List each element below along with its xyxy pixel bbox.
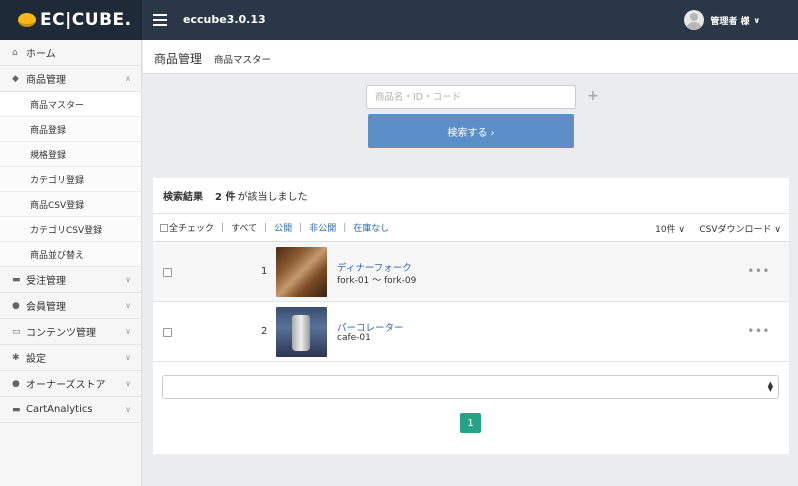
row-number: 1 xyxy=(261,266,268,277)
pagination-page-1[interactable]: 1 xyxy=(460,413,481,433)
sidebar-subitem-category-csv[interactable]: カテゴリCSV登録 xyxy=(0,217,141,242)
sidebar-item-cart-analytics[interactable]: ▬ CartAnalytics ∨ xyxy=(0,397,141,423)
table-row: 2 パーコレーター cafe-01 ••• xyxy=(153,302,789,362)
chevron-down-icon: ∨ xyxy=(125,353,131,362)
select-arrows-icon: ▲ ▼ xyxy=(767,380,773,393)
sidebar: ⌂ ホーム ◆ 商品管理 ∧ 商品マスター 商品登録 規格登録 カテゴリ登録 商… xyxy=(0,40,142,486)
users-icon: ● xyxy=(12,300,20,311)
sidebar-item-label: コンテンツ管理 xyxy=(26,328,96,339)
filter-public[interactable]: 公開 xyxy=(274,221,292,234)
filter-private[interactable]: 非公開 xyxy=(309,221,336,234)
sidebar-subitem-class-register[interactable]: 規格登録 xyxy=(0,142,141,167)
row-checkbox[interactable] xyxy=(163,268,172,277)
per-page-select[interactable]: 10件 ∨ xyxy=(655,222,685,235)
user-name: 管理者 様 xyxy=(710,16,750,27)
results-count-suffix: が該当しました xyxy=(237,192,308,203)
user-menu[interactable]: 管理者 様 ∨ xyxy=(684,10,760,30)
product-code: fork-01 ～ fork-09 xyxy=(337,276,417,286)
product-thumbnail[interactable] xyxy=(276,307,327,357)
sidebar-item-products[interactable]: ◆ 商品管理 ∧ xyxy=(0,66,141,92)
product-name-link[interactable]: パーコレーター xyxy=(337,320,404,334)
chevron-down-icon: ∨ xyxy=(125,301,131,310)
results-panel: 検索結果 2 件 が該当しました 全チェック | すべて | 公開 | 非公開 … xyxy=(153,178,789,454)
sidebar-subitem-product-csv[interactable]: 商品CSV登録 xyxy=(0,192,141,217)
sidebar-item-label: 商品管理 xyxy=(26,75,66,86)
row-number: 2 xyxy=(261,326,268,337)
more-options-icon[interactable]: ••• xyxy=(747,264,770,278)
chevron-down-icon: ∨ xyxy=(125,327,131,336)
gear-icon: ✱ xyxy=(12,352,20,363)
sidebar-item-label: 会員管理 xyxy=(26,302,66,313)
logo[interactable]: EC|CUBE. xyxy=(0,0,142,40)
results-label: 検索結果 xyxy=(163,192,203,203)
sidebar-item-label: オーナーズストア xyxy=(26,380,106,391)
check-all[interactable]: 全チェック xyxy=(160,221,214,234)
sidebar-item-members[interactable]: ● 会員管理 ∨ xyxy=(0,293,141,319)
filter-all[interactable]: すべて xyxy=(231,221,257,234)
filter-bar: 全チェック | すべて | 公開 | 非公開 | 在庫なし 10件 ∨ CSVダ… xyxy=(153,214,789,242)
file-icon: ▭ xyxy=(12,326,21,337)
sidebar-item-label: 受注管理 xyxy=(26,276,66,287)
chevron-down-icon: ∨ xyxy=(125,379,131,388)
chevron-up-icon: ∧ xyxy=(125,74,131,83)
sidebar-item-label: CartAnalytics xyxy=(26,404,93,415)
chevron-down-icon: ∨ xyxy=(125,405,131,414)
page-subtitle: 商品マスター xyxy=(214,55,272,66)
chevron-down-icon: ∨ xyxy=(753,15,761,25)
top-bar: EC|CUBE. eccube3.0.13 管理者 様 ∨ xyxy=(0,0,798,40)
sidebar-item-contents[interactable]: ▭ コンテンツ管理 ∨ xyxy=(0,319,141,345)
chevron-down-icon: ∨ xyxy=(125,275,131,284)
menu-toggle-icon[interactable] xyxy=(153,14,167,26)
sidebar-item-orders[interactable]: ▬ 受注管理 ∨ xyxy=(0,267,141,293)
sidebar-item-label: ホーム xyxy=(26,49,56,60)
search-input[interactable] xyxy=(366,85,576,109)
cart-icon: ▬ xyxy=(12,274,21,285)
table-row: 1 ディナーフォーク fork-01 ～ fork-09 ••• xyxy=(153,242,789,302)
search-button[interactable]: 検索する › xyxy=(368,114,574,148)
filter-out-of-stock[interactable]: 在庫なし xyxy=(353,221,389,234)
bulk-action-select[interactable]: ▲ ▼ xyxy=(162,375,779,399)
product-code: cafe-01 xyxy=(337,333,371,343)
plus-icon[interactable]: + xyxy=(587,88,599,104)
check-all-checkbox[interactable] xyxy=(160,223,168,232)
sidebar-item-owners-store[interactable]: ● オーナーズストア ∨ xyxy=(0,371,141,397)
csv-download-button[interactable]: CSVダウンロード ∨ xyxy=(699,222,781,235)
logo-icon xyxy=(18,13,36,27)
page-header: 商品管理 商品マスター xyxy=(143,40,798,74)
avatar-icon xyxy=(684,10,705,30)
check-all-label: 全チェック xyxy=(169,224,215,234)
tag-icon: ◆ xyxy=(12,73,19,84)
info-icon: ● xyxy=(12,378,20,389)
sidebar-item-label: 設定 xyxy=(26,354,46,365)
product-name-link[interactable]: ディナーフォーク xyxy=(337,260,412,274)
row-checkbox[interactable] xyxy=(163,328,172,337)
cart-icon: ▬ xyxy=(12,404,21,415)
product-thumbnail[interactable] xyxy=(276,247,327,297)
logo-text: EC|CUBE. xyxy=(40,10,132,30)
app-version: eccube3.0.13 xyxy=(183,13,266,26)
results-header: 検索結果 2 件 が該当しました xyxy=(153,178,789,214)
sidebar-subitem-product-sort[interactable]: 商品並び替え xyxy=(0,242,141,267)
sidebar-subitem-product-master[interactable]: 商品マスター xyxy=(0,92,141,117)
page-title: 商品管理 xyxy=(154,52,203,66)
results-count: 2 件 xyxy=(215,192,236,203)
sidebar-item-settings[interactable]: ✱ 設定 ∨ xyxy=(0,345,141,371)
more-options-icon[interactable]: ••• xyxy=(747,324,770,338)
sidebar-subitem-product-register[interactable]: 商品登録 xyxy=(0,117,141,142)
sidebar-subitem-category-register[interactable]: カテゴリ登録 xyxy=(0,167,141,192)
sidebar-item-home[interactable]: ⌂ ホーム xyxy=(0,40,141,66)
home-icon: ⌂ xyxy=(12,47,18,58)
